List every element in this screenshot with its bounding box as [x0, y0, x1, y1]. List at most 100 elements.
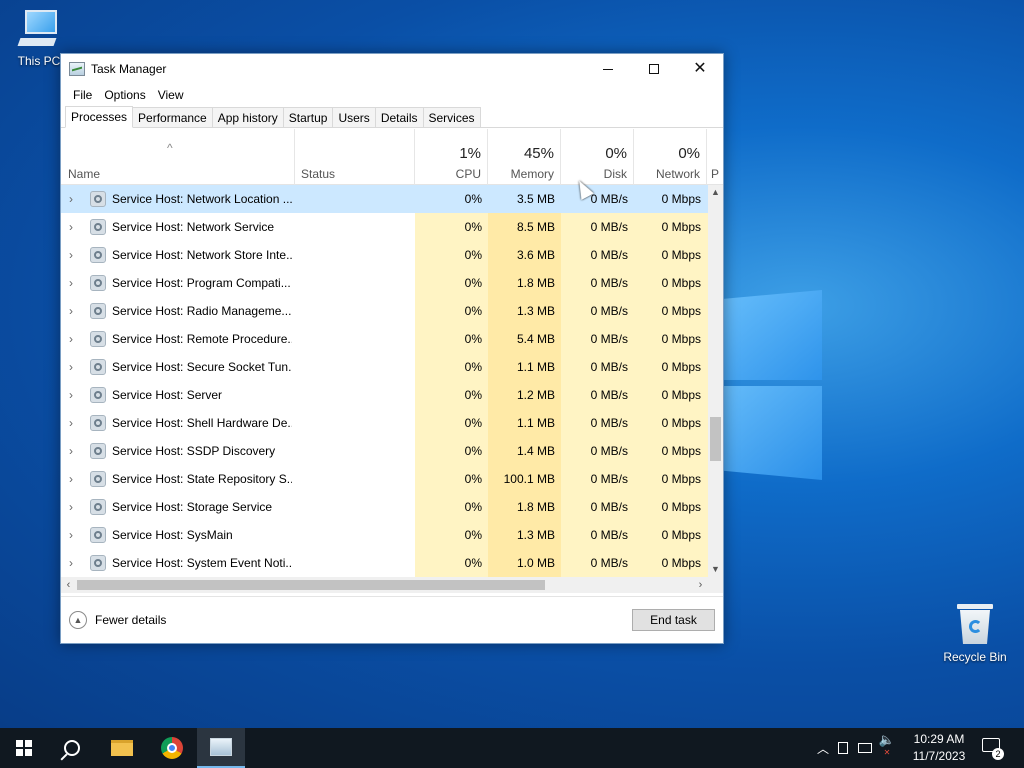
process-disk: 0 MB/s: [590, 556, 628, 570]
tab-startup[interactable]: Startup: [282, 107, 334, 127]
menu-file[interactable]: File: [67, 88, 98, 102]
process-cpu: 0%: [464, 220, 482, 234]
expand-chevron-icon[interactable]: ›: [69, 269, 73, 297]
column-header-power[interactable]: P: [707, 129, 723, 185]
column-header-network[interactable]: 0% Network: [634, 129, 707, 185]
taskbar-task-manager[interactable]: [197, 728, 245, 768]
fewer-details-button[interactable]: ▲ Fewer details: [69, 611, 166, 629]
expand-chevron-icon[interactable]: ›: [69, 409, 73, 437]
expand-chevron-icon[interactable]: ›: [69, 381, 73, 409]
expand-chevron-icon[interactable]: ›: [69, 437, 73, 465]
table-row[interactable]: › Service Host: Shell Hardware De... 0% 1.1…: [61, 409, 708, 437]
expand-chevron-icon[interactable]: ›: [69, 549, 73, 577]
tab-services[interactable]: Services: [422, 107, 481, 127]
column-header-disk[interactable]: 0% Disk: [561, 129, 634, 185]
minimize-button[interactable]: [585, 54, 631, 84]
process-cpu: 0%: [464, 500, 482, 514]
column-label: P: [711, 167, 720, 181]
expand-chevron-icon[interactable]: ›: [69, 241, 73, 269]
tablet-icon[interactable]: [832, 742, 854, 754]
horizontal-scrollbar[interactable]: ‹ ›: [61, 577, 708, 593]
service-gear-icon: [90, 359, 106, 375]
process-status: [301, 465, 411, 493]
scrollbar-corner: [708, 577, 723, 593]
process-disk: 0 MB/s: [590, 528, 628, 542]
process-name: Service Host: Network Store Inte...: [112, 248, 292, 262]
scroll-left-icon[interactable]: ‹: [61, 577, 76, 593]
taskbar-file-explorer[interactable]: [98, 728, 146, 768]
scroll-down-icon[interactable]: ▼: [708, 562, 723, 577]
tab-processes[interactable]: Processes: [65, 106, 134, 128]
process-disk: 0 MB/s: [590, 500, 628, 514]
table-row[interactable]: › Service Host: Network Store Inte... 0% 3.…: [61, 241, 708, 269]
expand-chevron-icon[interactable]: ›: [69, 185, 73, 213]
search-button[interactable]: [48, 728, 96, 768]
tab-performance[interactable]: Performance: [132, 107, 213, 127]
action-center-button[interactable]: 2: [980, 736, 1004, 760]
column-header-status[interactable]: Status: [295, 129, 415, 185]
expand-chevron-icon[interactable]: ›: [69, 465, 73, 493]
table-row[interactable]: › Service Host: Remote Procedure... 0% 5.4 …: [61, 325, 708, 353]
scroll-right-icon[interactable]: ›: [693, 577, 708, 593]
tab-app-history[interactable]: App history: [211, 107, 284, 127]
table-row[interactable]: › Service Host: SysMain 0% 1.3 MB 0 MB/s 0 Mb…: [61, 521, 708, 549]
expand-chevron-icon[interactable]: ›: [69, 521, 73, 549]
column-header-name[interactable]: ^ Name: [61, 129, 295, 185]
start-button[interactable]: [0, 728, 48, 768]
task-manager-icon: [210, 738, 232, 756]
process-memory: 1.8 MB: [516, 500, 555, 514]
table-row[interactable]: › Service Host: Storage Service 0% 1.8 MB 0 …: [61, 493, 708, 521]
table-row[interactable]: › Service Host: Server 0% 1.2 MB 0 MB/s 0 Mbp…: [61, 381, 708, 409]
vertical-scroll-thumb[interactable]: [710, 417, 721, 461]
desktop-icon-recycle-bin[interactable]: Recycle Bin: [940, 602, 1010, 664]
process-name: Service Host: Network Location ...: [112, 192, 292, 206]
process-cpu: 0%: [464, 444, 482, 458]
horizontal-scroll-thumb[interactable]: [77, 580, 545, 590]
table-row[interactable]: › Service Host: Network Location ... 0% 3.5…: [61, 185, 708, 213]
table-row[interactable]: › Service Host: State Repository S... 0% 10…: [61, 465, 708, 493]
start-icon: [16, 740, 32, 756]
process-status: [301, 213, 411, 241]
clock-date: 11/7/2023: [912, 749, 966, 763]
table-row[interactable]: › Service Host: System Event Noti... 0% 1.0…: [61, 549, 708, 577]
column-header-cpu[interactable]: 1% CPU: [415, 129, 488, 185]
expand-chevron-icon[interactable]: ›: [69, 493, 73, 521]
vertical-scrollbar[interactable]: ▲ ▼: [708, 185, 723, 577]
clock[interactable]: 10:29 AM 11/7/2023: [905, 731, 973, 765]
tab-details[interactable]: Details: [374, 107, 424, 127]
expand-chevron-icon[interactable]: ›: [69, 213, 73, 241]
column-header-memory[interactable]: 45% Memory: [488, 129, 561, 185]
table-row[interactable]: › Service Host: Network Service 0% 8.5 MB 0 …: [61, 213, 708, 241]
title-bar[interactable]: Task Manager ✕: [61, 54, 723, 84]
scroll-up-icon[interactable]: ▲: [708, 185, 723, 200]
maximize-button[interactable]: [631, 54, 677, 84]
process-status: [301, 549, 411, 577]
windows-logo-wallpaper: [722, 290, 822, 480]
taskbar-chrome[interactable]: [148, 728, 196, 768]
chevron-up-icon: ▲: [69, 611, 87, 629]
process-name: Service Host: Server: [112, 388, 223, 402]
process-status: [301, 325, 411, 353]
show-hidden-icons-chevron-icon[interactable]: ︿: [814, 740, 832, 757]
process-name: Service Host: SSDP Discovery: [112, 444, 276, 458]
menu-options[interactable]: Options: [98, 88, 151, 102]
window-title: Task Manager: [91, 62, 167, 76]
close-button[interactable]: ✕: [677, 54, 723, 84]
end-task-button[interactable]: End task: [632, 609, 715, 631]
table-row[interactable]: › Service Host: Secure Socket Tun... 0% 1.1…: [61, 353, 708, 381]
disk-total: 0%: [605, 145, 627, 162]
table-row[interactable]: › Service Host: Radio Manageme... 0% 1.3 MB…: [61, 297, 708, 325]
search-icon: [64, 740, 80, 756]
expand-chevron-icon[interactable]: ›: [69, 353, 73, 381]
column-label: Name: [68, 167, 101, 181]
tab-users[interactable]: Users: [332, 107, 376, 127]
clock-time: 10:29 AM: [913, 732, 965, 746]
table-row[interactable]: › Service Host: Program Compati... 0% 1.8 M…: [61, 269, 708, 297]
network-icon[interactable]: [854, 743, 876, 753]
expand-chevron-icon[interactable]: ›: [69, 297, 73, 325]
table-row[interactable]: › Service Host: SSDP Discovery 0% 1.4 MB 0 M…: [61, 437, 708, 465]
expand-chevron-icon[interactable]: ›: [69, 325, 73, 353]
process-disk: 0 MB/s: [590, 472, 628, 486]
volume-muted-icon[interactable]: 🔈✕: [876, 732, 898, 763]
menu-view[interactable]: View: [152, 88, 190, 102]
